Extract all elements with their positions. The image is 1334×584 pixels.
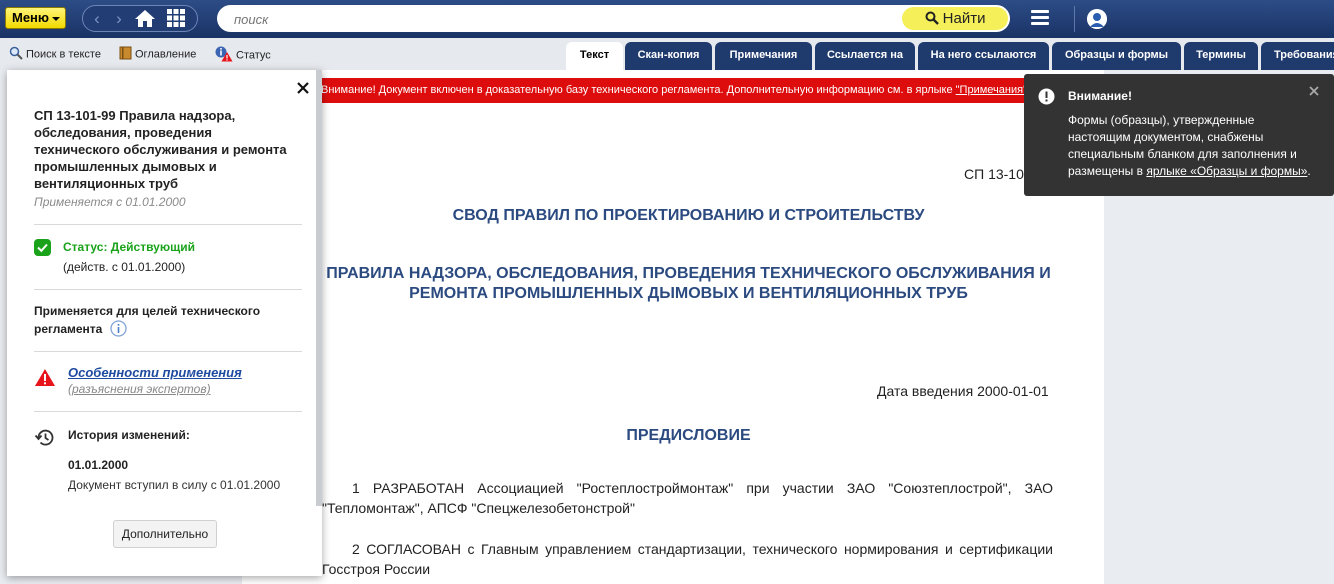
- features-link[interactable]: Особенности применения: [68, 365, 242, 380]
- contents-label: Оглавление: [135, 48, 197, 61]
- history-date: 01.01.2000: [68, 458, 129, 472]
- regulation-note: Применяется для целей технического регла…: [34, 303, 284, 342]
- info-warning-icon: [215, 46, 233, 65]
- document-title: ПРАВИЛА НАДЗОРА, ОБСЛЕДОВАНИЯ, ПРОВЕДЕНИ…: [326, 265, 1051, 302]
- search-box: Найти: [217, 5, 1010, 32]
- history-icon: [34, 428, 55, 450]
- magnifier-icon: [9, 46, 23, 63]
- tab-label: Требования: [1274, 49, 1334, 61]
- book-icon: [119, 46, 132, 63]
- search-button-label: Найти: [942, 10, 986, 27]
- contents-tool[interactable]: Оглавление: [119, 46, 196, 63]
- features-sub[interactable]: (разъяснения экспертов): [68, 382, 211, 396]
- search-input[interactable]: [232, 8, 896, 30]
- more-button[interactable]: Дополнительно: [113, 520, 217, 548]
- alert-text: Внимание! Документ включен в доказательн…: [321, 84, 956, 96]
- status-label: Статус: [236, 49, 271, 62]
- tab-label: Ссылается на: [827, 49, 903, 61]
- apps-grid-icon[interactable]: [165, 8, 187, 30]
- top-bar: Меню ‹ › Найти: [0, 0, 1334, 38]
- notification-toast: Внимание! Формы (образцы), утвержденные …: [1024, 74, 1334, 196]
- applied-since: Применяется с 01.01.2000: [34, 195, 186, 209]
- close-icon[interactable]: [1308, 85, 1320, 100]
- tab-referenced-by[interactable]: На него ссылаются: [918, 42, 1049, 70]
- notification-end: .: [1307, 164, 1311, 178]
- tab-requirements[interactable]: Требования: [1261, 42, 1334, 70]
- search-icon: [925, 9, 939, 32]
- tab-terms[interactable]: Термины: [1184, 42, 1258, 70]
- preface-heading: ПРЕДИСЛОВИЕ: [626, 427, 751, 444]
- paragraph-agreed: 2 СОГЛАСОВАН с Главным управлением станд…: [322, 541, 1053, 577]
- check-icon: [34, 239, 51, 259]
- document-title: СП 13-101-99 Правила надзора, обследован…: [34, 108, 287, 191]
- home-icon[interactable]: [133, 8, 157, 30]
- status-tool[interactable]: Статус: [215, 46, 271, 65]
- tab-label: Термины: [1196, 49, 1246, 61]
- hamburger-menu-icon[interactable]: [1031, 10, 1049, 28]
- history-title: История изменений:: [68, 428, 190, 442]
- tab-forms[interactable]: Образцы и формы: [1052, 42, 1181, 70]
- navigation-group: ‹ ›: [82, 5, 198, 32]
- notes-link[interactable]: "Примечания": [956, 84, 1027, 96]
- paragraph-developed: 1 РАЗРАБОТАН Ассоциацией "Ростеплостройм…: [322, 480, 1053, 516]
- history-text: Документ вступил в силу с 01.01.2000: [68, 478, 281, 492]
- status-label: Статус: Действующий: [63, 240, 195, 254]
- notification-body: Формы (образцы), утвержденные настоящим …: [1068, 112, 1314, 180]
- chevron-down-icon: [52, 17, 60, 21]
- back-icon[interactable]: ‹: [89, 8, 105, 30]
- tab-text[interactable]: Текст: [566, 42, 623, 70]
- exclamation-icon: [1038, 88, 1055, 108]
- notification-title: Внимание!: [1068, 89, 1132, 103]
- forward-icon[interactable]: ›: [111, 8, 127, 30]
- regulation-alert-banner: Внимание! Документ включен в доказательн…: [310, 78, 1105, 103]
- tab-label: Текст: [579, 49, 610, 61]
- panel-scrollbar[interactable]: [316, 70, 322, 506]
- tab-scan-copy[interactable]: Скан-копия: [625, 42, 712, 70]
- regulation-note-text: Применяется для целей технического регла…: [34, 304, 261, 336]
- document-heading: СВОД ПРАВИЛ ПО ПРОЕКТИРОВАНИЮ И СТРОИТЕЛ…: [452, 207, 925, 224]
- user-avatar-icon[interactable]: [1087, 9, 1107, 29]
- info-icon[interactable]: [110, 320, 127, 342]
- divider: [34, 289, 302, 290]
- tab-label: Образцы и формы: [1064, 49, 1169, 61]
- tab-label: На него ссылаются: [930, 49, 1037, 61]
- tab-references[interactable]: Ссылается на: [815, 42, 915, 70]
- search-button[interactable]: Найти: [902, 7, 1008, 30]
- divider: [34, 351, 302, 352]
- status-since: (действ. с 01.01.2000): [63, 260, 186, 274]
- introduction-date: Дата введения 2000-01-01: [877, 383, 1049, 399]
- search-in-text-tool[interactable]: Поиск в тексте: [9, 46, 101, 63]
- menu-label: Меню: [12, 10, 50, 25]
- tab-label: Скан-копия: [637, 49, 700, 61]
- menu-button[interactable]: Меню: [5, 7, 66, 29]
- status-panel: СП 13-101-99 Правила надзора, обследован…: [7, 70, 322, 576]
- tab-notes[interactable]: Примечания: [715, 42, 812, 70]
- divider: [34, 411, 302, 412]
- search-in-text-label: Поиск в тексте: [26, 48, 101, 61]
- tab-label: Примечания: [729, 49, 798, 61]
- divider: [1074, 6, 1075, 32]
- forms-link[interactable]: ярлыке «Образцы и формы»: [1146, 164, 1307, 178]
- divider: [34, 224, 302, 225]
- warning-icon: [34, 368, 56, 390]
- close-icon[interactable]: [295, 80, 311, 99]
